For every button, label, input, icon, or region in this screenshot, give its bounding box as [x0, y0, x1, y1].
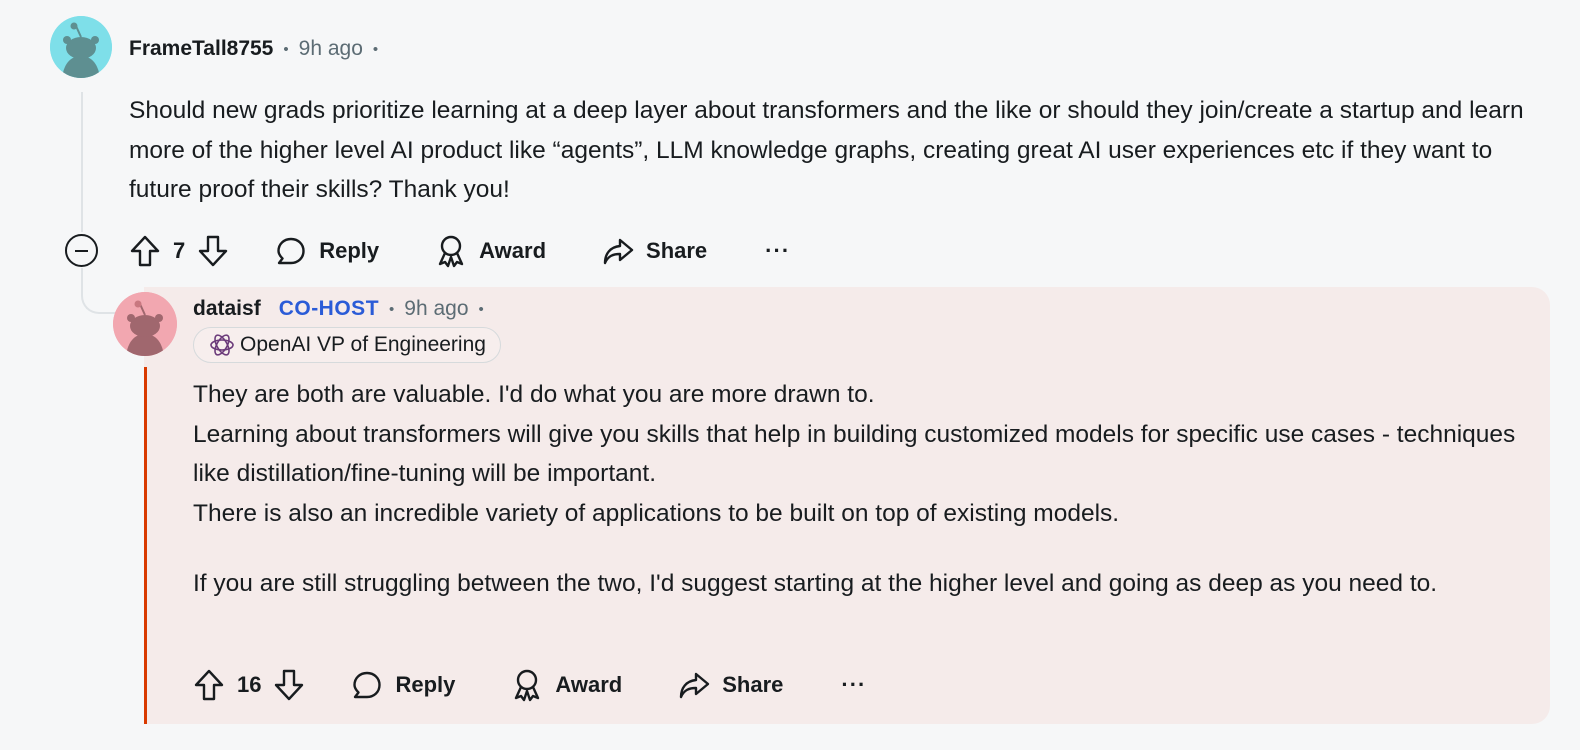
more-options-button[interactable]: ···: [841, 672, 866, 698]
share-button[interactable]: Share: [678, 669, 783, 701]
snoo-avatar-icon: [113, 292, 177, 356]
vote-group: 7: [129, 234, 229, 268]
author-name[interactable]: dataisf: [193, 297, 261, 321]
upvote-icon: [130, 235, 160, 267]
comment-actions: 7 Reply Award Share ···: [129, 228, 790, 274]
downvote-button[interactable]: [273, 668, 305, 702]
separator: •: [389, 300, 395, 318]
share-icon: [680, 672, 710, 699]
upvote-button[interactable]: [129, 234, 161, 268]
snoo-avatar-icon: [50, 16, 112, 78]
avatar[interactable]: [113, 292, 177, 356]
downvote-icon: [199, 235, 228, 267]
downvote-button[interactable]: [197, 234, 229, 268]
collapse-icon: [75, 249, 88, 252]
share-label: Share: [646, 238, 708, 263]
separator: •: [283, 40, 289, 58]
comment-icon: [277, 237, 305, 265]
award-label: Award: [555, 672, 623, 697]
collapse-button[interactable]: [65, 234, 98, 267]
vote-group: 16: [193, 668, 305, 702]
reply-button[interactable]: Reply: [275, 235, 379, 267]
more-options-button[interactable]: ···: [765, 238, 790, 264]
timestamp[interactable]: 9h ago: [404, 297, 468, 321]
user-flair: OpenAI VP of Engineering: [193, 327, 501, 363]
author-name[interactable]: FrameTall8755: [129, 37, 273, 61]
award-button[interactable]: Award: [511, 668, 622, 702]
reply-label: Reply: [319, 238, 380, 263]
reply-actions: 16 Reply Award Share ···: [193, 662, 866, 708]
reply-label: Reply: [395, 672, 456, 697]
avatar[interactable]: [50, 16, 112, 78]
comment-body: Should new grads prioritize learning at …: [129, 97, 1524, 203]
separator: •: [372, 40, 379, 58]
share-button[interactable]: Share: [602, 235, 707, 267]
reply-meta: dataisf CO-HOST • 9h ago •: [193, 294, 494, 324]
cohost-badge: CO-HOST: [278, 297, 380, 320]
vote-count: 16: [237, 672, 262, 697]
award-icon: [515, 669, 540, 702]
comment-meta: FrameTall8755 • 9h ago •: [129, 34, 388, 64]
reply-paragraph: If you are still struggling between the …: [193, 570, 1438, 597]
reply-paragraph: There is also an incredible variety of a…: [193, 499, 1120, 527]
timestamp[interactable]: 9h ago: [299, 37, 363, 61]
vote-count: 7: [173, 238, 186, 263]
reply-paragraph: Learning about transformers will give yo…: [193, 420, 1516, 488]
reply-paragraph: They are both are valuable. I'd do what …: [193, 381, 875, 408]
award-button[interactable]: Award: [435, 234, 546, 268]
share-icon: [603, 238, 634, 265]
separator: •: [478, 300, 484, 318]
reply-button[interactable]: Reply: [351, 669, 455, 701]
downvote-icon: [275, 669, 304, 701]
award-label: Award: [479, 238, 547, 263]
thread-branch-line: [81, 268, 117, 314]
upvote-button[interactable]: [193, 668, 225, 702]
thread-line: [81, 92, 83, 232]
openai-logo-icon: [210, 334, 234, 356]
reply-body: They are both are valuable. I'd do what …: [193, 375, 1533, 604]
upvote-icon: [194, 669, 224, 701]
comment-icon: [353, 671, 382, 699]
flair-text: OpenAI VP of Engineering: [240, 333, 486, 356]
award-icon: [438, 235, 464, 268]
share-label: Share: [722, 672, 784, 697]
